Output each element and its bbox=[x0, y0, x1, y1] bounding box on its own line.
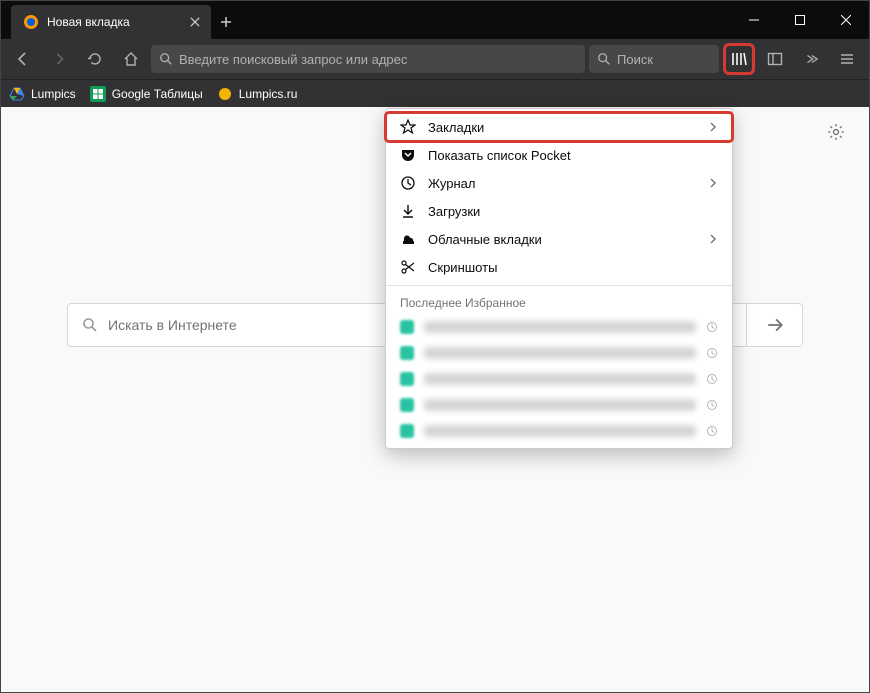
sheets-icon bbox=[90, 86, 106, 102]
window-controls bbox=[731, 1, 869, 39]
bookmark-label: Lumpics.ru bbox=[239, 87, 298, 101]
forward-button[interactable] bbox=[43, 43, 75, 75]
title-bar: Новая вкладка bbox=[1, 1, 869, 39]
tab-title: Новая вкладка bbox=[47, 15, 179, 29]
site-icon bbox=[400, 372, 414, 386]
newtab-settings-button[interactable] bbox=[827, 123, 845, 141]
search-icon bbox=[159, 52, 173, 66]
search-placeholder: Поиск bbox=[617, 52, 653, 67]
panel-item-label: Скриншоты bbox=[428, 260, 718, 275]
bookmarks-toolbar: Lumpics Google Таблицы Lumpics.ru bbox=[1, 79, 869, 107]
panel-item-label: Показать список Pocket bbox=[428, 148, 718, 163]
back-button[interactable] bbox=[7, 43, 39, 75]
overflow-button[interactable] bbox=[795, 43, 827, 75]
clock-icon bbox=[706, 373, 718, 385]
bookmark-item[interactable]: Lumpics.ru bbox=[217, 86, 298, 102]
bookmark-label: Lumpics bbox=[31, 87, 76, 101]
panel-item-cloud[interactable]: Облачные вкладки bbox=[386, 225, 732, 253]
history-icon bbox=[400, 175, 416, 191]
scissors-icon bbox=[400, 259, 416, 275]
clock-icon bbox=[706, 347, 718, 359]
recent-item[interactable] bbox=[386, 366, 732, 392]
chevron-right-icon bbox=[708, 178, 718, 188]
maximize-button[interactable] bbox=[777, 1, 823, 39]
pocket-icon bbox=[400, 147, 416, 163]
reload-button[interactable] bbox=[79, 43, 111, 75]
active-tab[interactable]: Новая вкладка bbox=[11, 5, 211, 39]
recent-item-title bbox=[424, 399, 696, 411]
panel-item-label: Закладки bbox=[428, 120, 696, 135]
download-icon bbox=[400, 203, 416, 219]
recent-item[interactable] bbox=[386, 340, 732, 366]
panel-item-scissors[interactable]: Скриншоты bbox=[386, 253, 732, 281]
bookmark-item[interactable]: Google Таблицы bbox=[90, 86, 203, 102]
newtab-search-go-button[interactable] bbox=[747, 303, 803, 347]
firefox-icon bbox=[23, 14, 39, 30]
separator bbox=[386, 285, 732, 286]
search-icon bbox=[597, 52, 611, 66]
panel-item-label: Загрузки bbox=[428, 204, 718, 219]
search-bar[interactable]: Поиск bbox=[589, 45, 719, 73]
site-icon bbox=[400, 346, 414, 360]
panel-item-download[interactable]: Загрузки bbox=[386, 197, 732, 225]
recent-item[interactable] bbox=[386, 314, 732, 340]
library-button[interactable] bbox=[723, 43, 755, 75]
panel-item-history[interactable]: Журнал bbox=[386, 169, 732, 197]
cloud-icon bbox=[400, 231, 416, 247]
recent-item-title bbox=[424, 347, 696, 359]
newtab-search-placeholder: Искать в Интернете bbox=[108, 317, 237, 333]
recent-item-title bbox=[424, 321, 696, 333]
star-icon bbox=[400, 119, 416, 135]
recent-item[interactable] bbox=[386, 418, 732, 444]
clock-icon bbox=[706, 399, 718, 411]
recent-item[interactable] bbox=[386, 392, 732, 418]
bookmark-item[interactable]: Lumpics bbox=[9, 86, 76, 102]
bookmark-label: Google Таблицы bbox=[112, 87, 203, 101]
sidebar-button[interactable] bbox=[759, 43, 791, 75]
url-placeholder: Введите поисковый запрос или адрес bbox=[179, 52, 407, 67]
recent-header: Последнее Избранное bbox=[386, 290, 732, 314]
panel-item-label: Облачные вкладки bbox=[428, 232, 696, 247]
url-bar[interactable]: Введите поисковый запрос или адрес bbox=[151, 45, 585, 73]
recent-item-title bbox=[424, 425, 696, 437]
minimize-button[interactable] bbox=[731, 1, 777, 39]
new-tab-button[interactable] bbox=[211, 5, 241, 39]
site-icon bbox=[400, 320, 414, 334]
chevron-right-icon bbox=[708, 122, 718, 132]
site-icon bbox=[400, 424, 414, 438]
search-icon bbox=[82, 317, 98, 333]
menu-button[interactable] bbox=[831, 43, 863, 75]
drive-icon bbox=[9, 86, 25, 102]
nav-bar: Введите поисковый запрос или адрес Поиск bbox=[1, 39, 869, 79]
chevron-right-icon bbox=[708, 234, 718, 244]
library-panel: Закладки Показать список Pocket Журнал Загр… bbox=[385, 108, 733, 449]
site-icon bbox=[217, 86, 233, 102]
clock-icon bbox=[706, 425, 718, 437]
recent-item-title bbox=[424, 373, 696, 385]
clock-icon bbox=[706, 321, 718, 333]
close-tab-icon[interactable] bbox=[187, 14, 203, 30]
panel-item-pocket[interactable]: Показать список Pocket bbox=[386, 141, 732, 169]
panel-item-label: Журнал bbox=[428, 176, 696, 191]
close-window-button[interactable] bbox=[823, 1, 869, 39]
site-icon bbox=[400, 398, 414, 412]
home-button[interactable] bbox=[115, 43, 147, 75]
panel-item-star[interactable]: Закладки bbox=[386, 113, 732, 141]
